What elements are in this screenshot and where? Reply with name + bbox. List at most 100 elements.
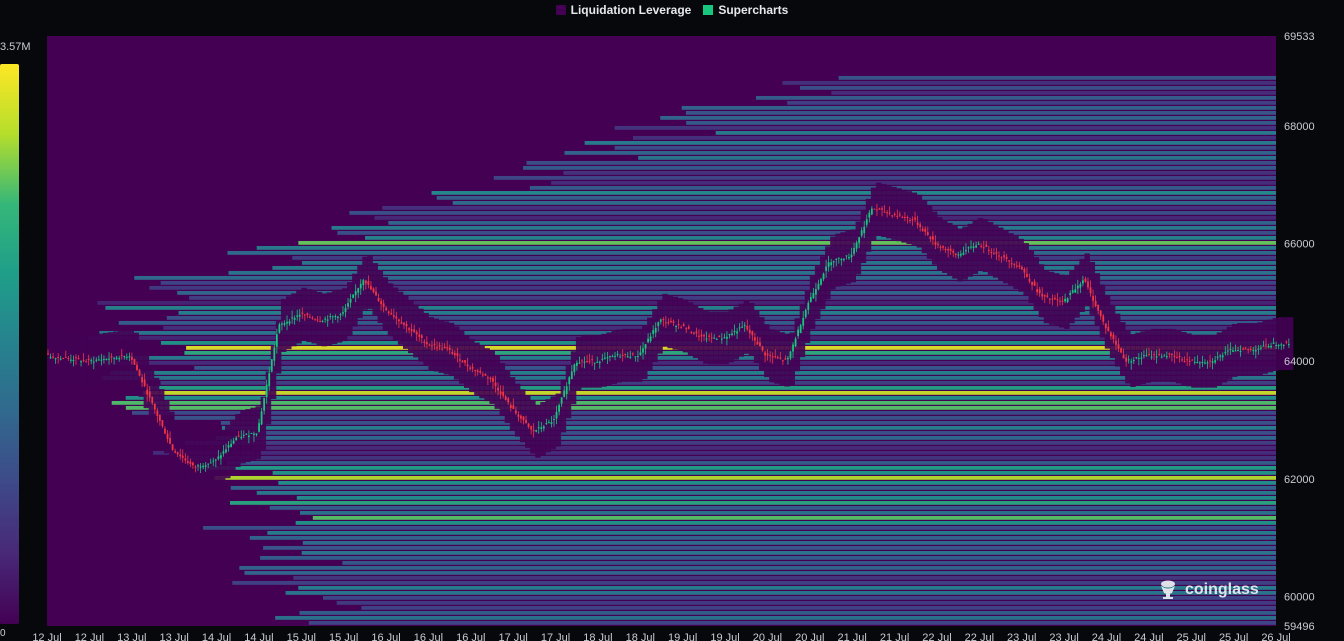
candle-body <box>1226 350 1229 352</box>
candle-body <box>275 334 278 347</box>
candle-body <box>680 327 683 329</box>
candle-body <box>527 423 530 427</box>
candle-body <box>408 328 410 330</box>
candle-body <box>253 433 255 435</box>
candle-body <box>222 451 225 454</box>
heat-band <box>831 91 1276 95</box>
heat-band <box>382 206 1276 210</box>
candle-body <box>242 434 245 436</box>
candle-body <box>624 353 627 355</box>
coinglass-watermark: coinglass <box>1157 579 1259 601</box>
candle-body <box>1099 310 1102 317</box>
candle-body <box>128 356 131 358</box>
candle-body <box>1069 292 1072 296</box>
candle-body <box>1221 355 1224 358</box>
candle-body <box>1242 348 1244 350</box>
candle-body <box>753 337 756 341</box>
candle-body <box>700 334 703 337</box>
heat-band <box>267 531 1277 535</box>
heat-band <box>275 616 1277 620</box>
candle-body <box>115 357 118 359</box>
heat-band <box>374 216 1276 220</box>
candle-body <box>1132 359 1135 362</box>
candle-body <box>405 323 408 327</box>
candle-body <box>1270 345 1272 348</box>
candle-body <box>774 356 777 358</box>
y-tick-label: 62000 <box>1284 474 1315 486</box>
candle-body <box>512 405 515 409</box>
candle-body <box>1051 298 1054 300</box>
heat-band <box>614 126 1276 130</box>
candle-body <box>858 237 861 244</box>
x-tick-label: 17 Jul <box>498 632 527 641</box>
candle-body <box>542 426 545 429</box>
x-tick-label: 23 Jul <box>1049 632 1078 641</box>
x-tick-label: 13 Jul <box>117 632 146 641</box>
candle-body <box>769 355 772 357</box>
candle-body <box>433 343 436 345</box>
candle-body <box>1280 344 1283 346</box>
candle-body <box>451 352 454 354</box>
candle-body <box>631 353 634 355</box>
candle-body <box>703 335 705 337</box>
candle-body <box>1020 266 1023 270</box>
candle-body <box>461 360 464 363</box>
candle-body <box>464 360 466 363</box>
heat-band <box>203 526 1277 530</box>
candle-body <box>616 354 619 356</box>
candle-body <box>380 300 383 305</box>
cleared-zone <box>352 273 358 327</box>
candle-body <box>329 316 332 318</box>
candle-body <box>598 361 601 364</box>
candle-body <box>291 317 294 319</box>
heat-band <box>799 86 1276 90</box>
candle-body <box>370 285 372 290</box>
candle-body <box>466 364 469 367</box>
heat-band <box>336 601 1276 605</box>
candle-body <box>1036 289 1039 293</box>
heat-band <box>228 271 1276 275</box>
heat-band <box>194 366 1277 370</box>
candle-body <box>359 283 362 289</box>
heat-band <box>564 151 1276 155</box>
cleared-zone <box>1104 295 1111 349</box>
candle-body <box>517 414 520 417</box>
candle-body <box>1097 304 1100 311</box>
candle-body <box>1064 298 1067 302</box>
candle-body <box>728 333 731 336</box>
x-tick-label: 18 Jul <box>583 632 612 641</box>
x-tick-label: 19 Jul <box>710 632 739 641</box>
candle-body <box>136 364 138 371</box>
candle-body <box>1033 281 1036 286</box>
candle-body <box>456 353 459 356</box>
heat-band <box>263 546 1276 550</box>
x-tick-label: 16 Jul <box>371 632 400 641</box>
candle-body <box>1059 300 1061 302</box>
candle-body <box>746 325 749 330</box>
candle-body <box>545 423 548 425</box>
candle-body <box>611 356 614 358</box>
cleared-zone <box>408 300 414 354</box>
candle-body <box>926 232 929 236</box>
candle-body <box>349 298 352 303</box>
heat-band <box>563 171 1276 175</box>
candle-body <box>1137 357 1140 359</box>
candle-body <box>80 361 82 363</box>
candle-body <box>921 228 924 231</box>
candle-body <box>677 324 680 326</box>
heat-band <box>301 551 1277 555</box>
candle-body <box>133 359 136 365</box>
candle-body <box>174 451 177 453</box>
heat-band <box>244 571 1276 575</box>
liquidation-heatmap-chart[interactable]: 6953368000660006400062000600005949612 Ju… <box>0 0 1344 641</box>
candle-body <box>972 246 975 249</box>
candle-body <box>438 345 441 347</box>
candle-body <box>1252 350 1255 352</box>
candle-body <box>212 460 215 462</box>
candle-body <box>1071 290 1074 293</box>
candle-body <box>909 219 911 221</box>
cleared-zone <box>1191 334 1197 388</box>
candle-body <box>301 312 304 314</box>
heat-band <box>838 76 1276 80</box>
heat-band <box>322 596 1276 600</box>
